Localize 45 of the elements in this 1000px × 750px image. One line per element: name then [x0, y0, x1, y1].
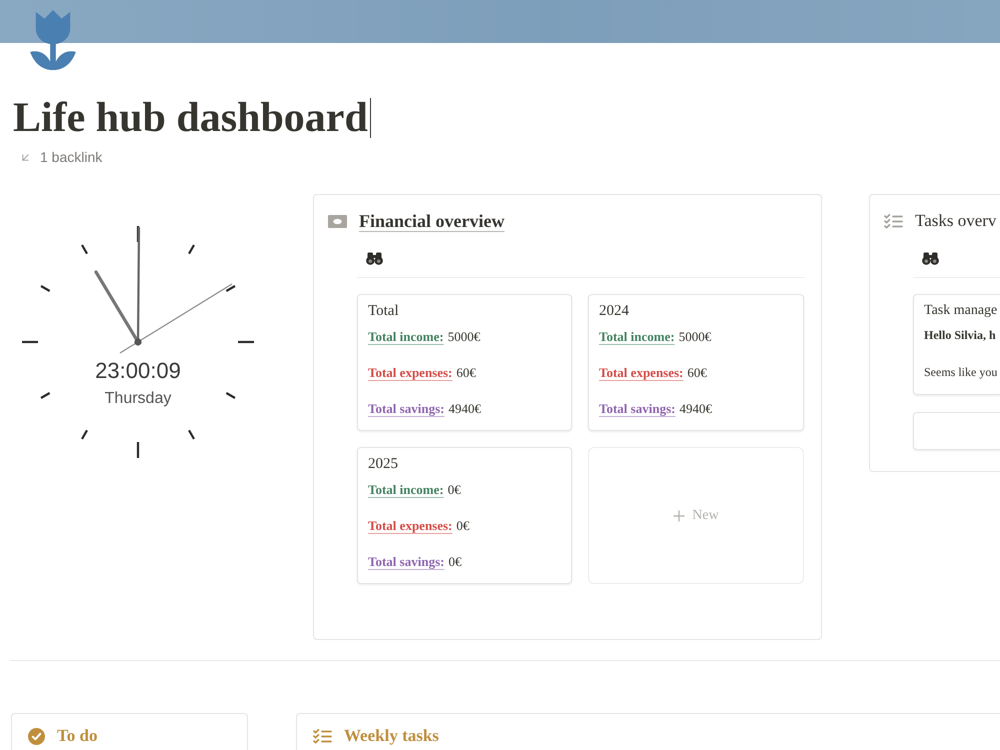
stat-value: 5000€: [678, 329, 712, 345]
card-title: Total: [368, 302, 400, 321]
greeting-text: Hello Silvia, h: [924, 327, 997, 343]
check-circle-icon: [28, 728, 45, 744]
page-title[interactable]: Life hub dashboard: [13, 93, 368, 143]
section-title: Tasks overv: [915, 210, 996, 232]
banknote-icon: [328, 214, 347, 228]
message-text: Seems like you: [924, 364, 998, 380]
clock-day: Thursday: [104, 389, 172, 409]
tulip-icon[interactable]: [30, 10, 76, 71]
section-title: To do: [57, 725, 98, 747]
stat-value: 5000€: [448, 329, 480, 345]
stat-label: Total expenses:: [599, 365, 684, 381]
card-title: 2025: [368, 455, 399, 474]
stat-value: 4940€: [448, 401, 481, 417]
gallery-card[interactable]: Total Total income: 5000€ Total expenses: 60€ Total savings: 4940€: [357, 294, 572, 431]
stat-value: 60€: [687, 365, 707, 381]
card-title: Task manage: [924, 302, 998, 320]
card-title: 2024: [599, 302, 630, 321]
checklist-icon: [313, 728, 332, 744]
clock-time: 23:00:09: [95, 358, 181, 384]
backlinks-button[interactable]: 1 backlink: [17, 147, 104, 167]
plus-icon: [673, 510, 686, 522]
section-title: Weekly tasks: [344, 725, 439, 747]
gallery-card[interactable]: Task manage Hello Silvia, h Seems like you: [913, 294, 1000, 395]
stat-label: Total expenses:: [368, 365, 452, 381]
stat-value: 60€: [456, 365, 476, 381]
stat-label: Total expenses:: [368, 518, 452, 534]
stat-value: 4940€: [679, 401, 712, 417]
stat-label: Total savings:: [599, 401, 676, 417]
stat-label: Total income:: [599, 329, 675, 345]
stat-label: Total income:: [368, 482, 444, 498]
gallery-card[interactable]: 2024 Total income: 5000€ Total expenses: 60€ Total savings: 4940€: [588, 294, 804, 431]
binoculars-icon[interactable]: [922, 252, 939, 264]
checklist-icon: [884, 214, 903, 228]
stat-value: 0€: [456, 518, 470, 534]
stat-value: 0€: [448, 482, 461, 498]
stat-label: Total savings:: [368, 401, 444, 417]
section-title-link[interactable]: Financial overview: [359, 209, 504, 233]
stat-label: Total income:: [368, 329, 444, 345]
stat-label: Total savings:: [368, 554, 444, 570]
gallery-card[interactable]: 2025 Total income: 0€ Total expenses: 0€ Total savings: 0€: [357, 447, 572, 584]
stat-value: 0€: [448, 554, 462, 570]
text-cursor: [370, 98, 371, 138]
binoculars-icon[interactable]: [366, 252, 383, 264]
